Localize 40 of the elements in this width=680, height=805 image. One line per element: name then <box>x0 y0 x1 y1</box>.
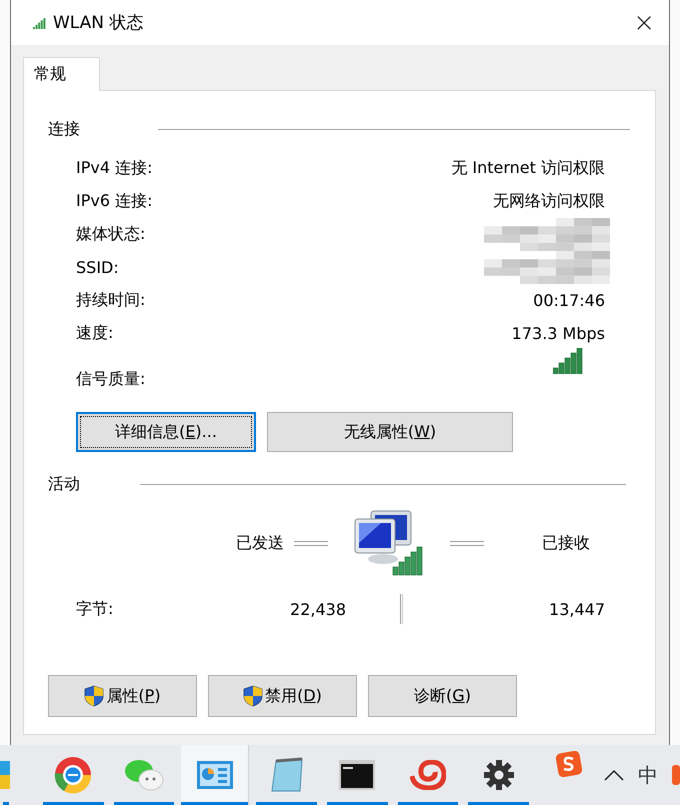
dialog-button[interactable]: 禁用(D) <box>208 675 357 717</box>
signal-strength-icon <box>553 348 583 374</box>
field-label: IPv6 连接: <box>76 191 152 212</box>
dialog-button[interactable]: 诊断(G) <box>368 675 517 717</box>
bytes-received: 13,447 <box>549 600 605 618</box>
snail-icon <box>410 760 446 790</box>
input-method-icon[interactable] <box>556 751 582 777</box>
field-label: 媒体状态: <box>76 224 146 245</box>
field-label: SSID: <box>76 258 119 277</box>
field-value: 173.3 Mbps <box>512 324 605 343</box>
bytes-sent: 22,438 <box>289 600 346 618</box>
field-label: 速度: <box>76 323 114 344</box>
bytes-label: 字节: <box>76 598 114 620</box>
chevron-up-icon[interactable] <box>604 769 624 781</box>
chat-bubbles-icon <box>124 758 164 792</box>
field-label: IPv4 连接: <box>76 158 152 179</box>
app-icon[interactable] <box>672 763 680 787</box>
terminal-icon <box>339 760 376 790</box>
field-value: 00:17:46 <box>533 291 605 310</box>
field-label: 持续时间: <box>76 290 146 311</box>
field-label: 信号质量: <box>76 369 146 390</box>
dialog-button[interactable]: 无线属性(W) <box>267 412 513 452</box>
network-computers-icon <box>353 509 425 577</box>
section-heading: 活动 <box>48 474 80 495</box>
dashboard-icon <box>196 761 233 789</box>
window-title: WLAN 状态 <box>53 12 144 34</box>
settings-icon <box>482 759 515 791</box>
dialog-button[interactable]: 属性(P) <box>48 675 197 717</box>
browser-icon <box>54 756 92 794</box>
field-value: 无 Internet 访问权限 <box>451 158 605 179</box>
input-mode-indicator[interactable]: 中 <box>638 762 658 788</box>
field-value: 无网络访问权限 <box>493 191 605 212</box>
dialog-button[interactable]: 详细信息(E)... <box>76 412 256 452</box>
sent-label: 已发送 <box>236 532 284 554</box>
close-button[interactable]: × <box>619 8 669 38</box>
section-heading: 连接 <box>48 119 80 140</box>
received-label: 已接收 <box>542 532 590 554</box>
tab[interactable]: 常规 <box>23 57 100 91</box>
signal-icon <box>33 16 46 28</box>
notepad-icon <box>270 757 304 793</box>
